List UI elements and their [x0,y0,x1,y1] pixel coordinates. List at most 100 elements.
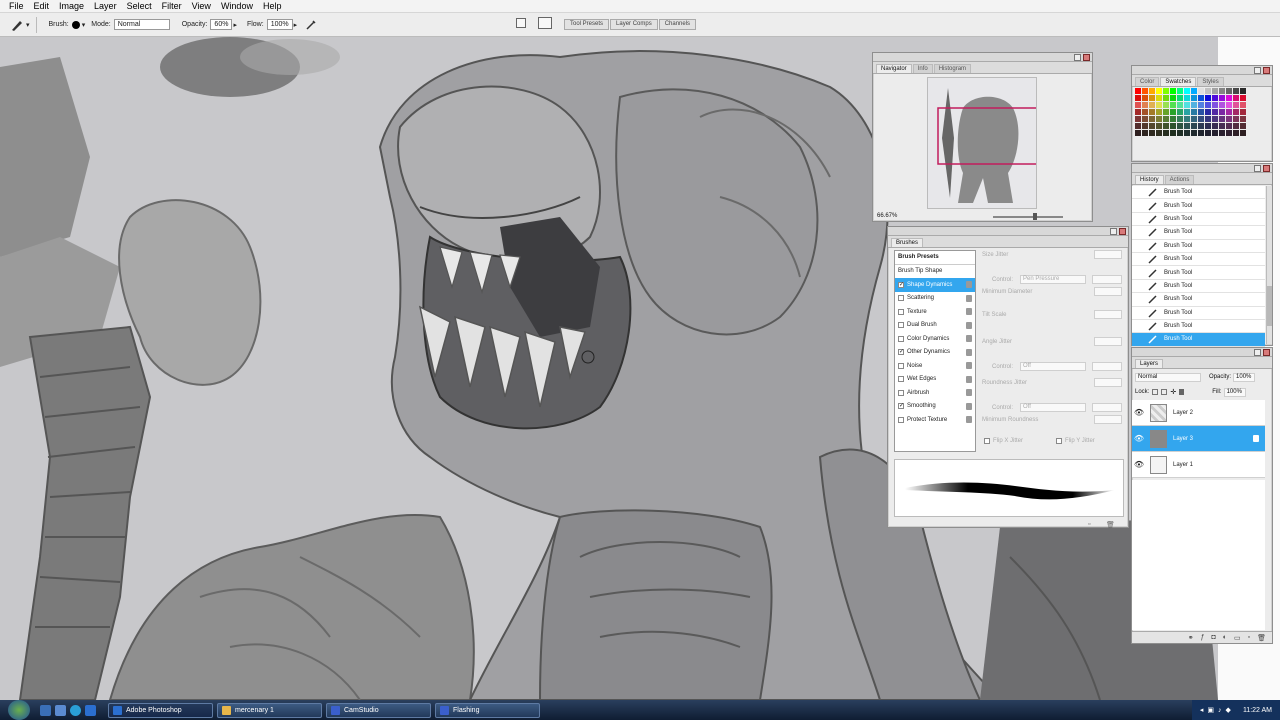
color-swatch[interactable] [1156,102,1163,109]
color-swatch[interactable] [1198,116,1205,123]
color-swatch[interactable] [1219,88,1226,95]
tab-color[interactable]: Color [1135,77,1160,86]
color-swatch[interactable] [1198,102,1205,109]
lock-icon[interactable] [966,308,972,315]
color-swatch[interactable] [1219,109,1226,116]
taskbar-photoshop[interactable]: Adobe Photoshop [108,702,213,718]
color-swatch[interactable] [1191,123,1198,130]
close-icon[interactable] [1119,228,1126,235]
well-tab-tool-presets[interactable]: Tool Presets [564,19,610,30]
color-swatch[interactable] [1233,95,1240,102]
color-swatch[interactable] [1177,88,1184,95]
color-swatch[interactable] [1177,109,1184,116]
color-swatch[interactable] [1156,123,1163,130]
color-swatch[interactable] [1226,116,1233,123]
color-swatch[interactable] [1198,88,1205,95]
color-swatch[interactable] [1226,88,1233,95]
minimize-icon[interactable] [1254,67,1261,74]
color-swatch[interactable] [1170,130,1177,137]
lock-icon[interactable] [966,348,972,356]
flow-input[interactable]: 100% [266,19,293,30]
brush-tip-shape-item[interactable]: Brush Tip Shape [895,265,975,279]
taskbar-flashing[interactable]: Flashing [435,702,540,718]
security-icon[interactable]: ◆ [1226,706,1231,714]
color-swatch[interactable] [1156,109,1163,116]
history-item[interactable]: Brush Tool [1132,240,1265,253]
option-wet-edges[interactable]: Wet Edges [895,373,975,387]
color-swatch[interactable] [1233,102,1240,109]
color-swatch[interactable] [1233,109,1240,116]
history-item[interactable]: Brush Tool [1132,307,1265,320]
well-tab-layer-comps[interactable]: Layer Comps [610,19,658,30]
color-swatch[interactable] [1149,95,1156,102]
color-swatch[interactable] [1240,88,1247,95]
lock-icon[interactable] [966,321,972,329]
color-swatch[interactable] [1163,109,1170,116]
color-swatch[interactable] [1170,116,1177,123]
panel-titlebar[interactable] [1132,348,1272,357]
swatch-grid[interactable] [1135,88,1247,137]
color-swatch[interactable] [1177,95,1184,102]
color-swatch[interactable] [1184,130,1191,137]
color-swatch[interactable] [1205,88,1212,95]
lock-icon[interactable] [966,375,972,383]
color-swatch[interactable] [1219,102,1226,109]
flow-slider-icon[interactable]: ▸ [294,21,298,29]
color-swatch[interactable] [1170,123,1177,130]
lock-icon[interactable] [966,281,972,288]
menu-filter[interactable]: Filter [157,1,187,11]
history-item[interactable]: Brush Tool [1132,253,1265,267]
color-swatch[interactable] [1219,123,1226,130]
tab-histogram[interactable]: Histogram [933,64,972,73]
show-desktop-icon[interactable] [40,704,51,716]
zoom-slider[interactable] [993,216,1063,218]
checkbox[interactable] [898,322,904,329]
color-swatch[interactable] [1184,88,1191,95]
color-swatch[interactable] [1240,116,1247,123]
color-swatch[interactable] [1233,116,1240,123]
menu-layer[interactable]: Layer [89,1,122,11]
color-swatch[interactable] [1156,116,1163,123]
history-item[interactable]: Brush Tool [1132,226,1265,240]
color-swatch[interactable] [1170,102,1177,109]
zoom-slider-handle[interactable] [1033,213,1037,220]
checkbox[interactable] [898,389,904,396]
checkbox[interactable] [898,295,904,302]
color-swatch[interactable] [1191,130,1198,137]
color-swatch[interactable] [1135,116,1142,123]
tab-history[interactable]: History [1135,175,1164,184]
color-swatch[interactable] [1240,130,1247,137]
history-item[interactable]: Brush Tool [1132,320,1265,334]
color-swatch[interactable] [1163,95,1170,102]
switch-windows-icon[interactable] [55,704,66,716]
lock-icon[interactable] [966,416,972,423]
panel-titlebar[interactable] [1132,66,1272,75]
color-swatch[interactable] [1198,130,1205,137]
color-swatch[interactable] [1149,102,1156,109]
flip-x-jitter[interactable]: Flip X Jitter [984,438,1023,444]
minimum-roundness-input[interactable] [1094,415,1122,424]
color-swatch[interactable] [1212,130,1219,137]
color-swatch[interactable] [1198,123,1205,130]
scrollbar-thumb[interactable] [1267,286,1272,326]
menu-view[interactable]: View [187,1,216,11]
color-swatch[interactable] [1198,95,1205,102]
angle-jitter-input[interactable] [1094,337,1122,346]
color-swatch[interactable] [1142,116,1149,123]
color-swatch[interactable] [1212,116,1219,123]
taskbar-mercenary-folder[interactable]: mercenary 1 [217,702,322,718]
color-swatch[interactable] [1191,109,1198,116]
color-swatch[interactable] [1170,88,1177,95]
color-swatch[interactable] [1212,109,1219,116]
color-swatch[interactable] [1170,109,1177,116]
mode-select[interactable]: Normal [113,19,170,30]
color-swatch[interactable] [1149,109,1156,116]
flip-y-jitter[interactable]: Flip Y Jitter [1056,438,1095,444]
color-swatch[interactable] [1135,95,1142,102]
checkbox[interactable] [1056,438,1062,444]
zoom-percent[interactable]: 66.67% [877,213,897,219]
layer-row-selected[interactable]: 👁 Layer 3 [1132,426,1265,452]
color-swatch[interactable] [1226,123,1233,130]
eye-icon[interactable]: 👁 [1132,408,1146,417]
layer-mask-icon[interactable]: ◘ [1212,634,1216,641]
